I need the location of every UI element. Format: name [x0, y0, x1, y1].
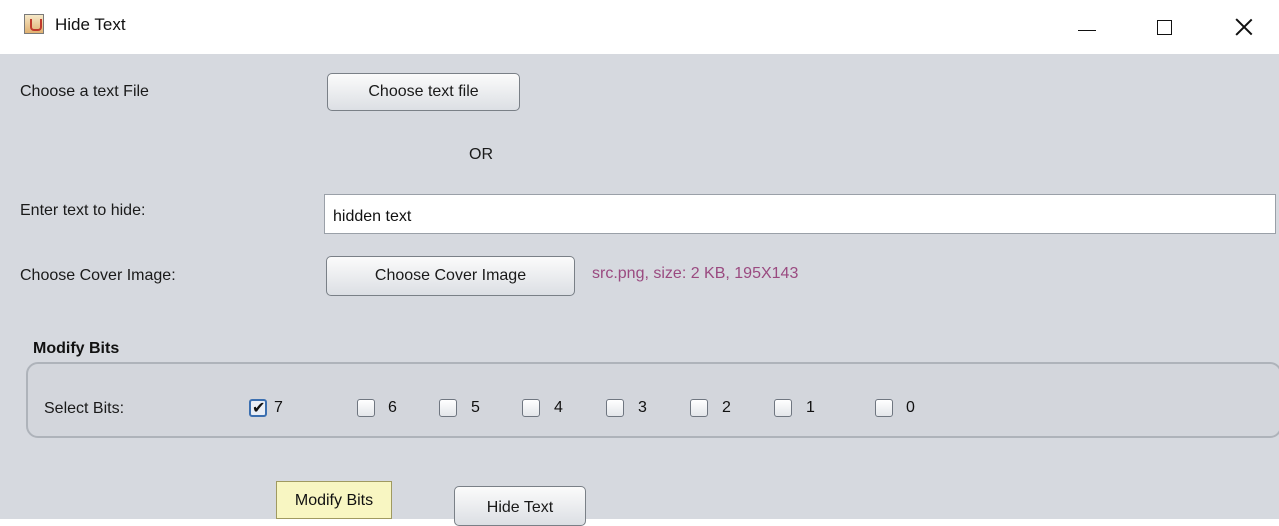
choose-cover-image-button[interactable]: Choose Cover Image [326, 256, 575, 296]
bit-3-label: 3 [638, 399, 647, 416]
cover-image-label: Choose Cover Image: [20, 267, 176, 284]
window-title: Hide Text [55, 15, 126, 34]
bit-4-label: 4 [554, 399, 563, 416]
maximize-button[interactable] [1129, 0, 1199, 54]
or-separator: OR [469, 146, 493, 163]
bit-6-label: 6 [388, 399, 397, 416]
modify-bits-title: Modify Bits [33, 340, 120, 357]
content-panel [0, 54, 1279, 519]
select-bits-label: Select Bits: [44, 400, 125, 417]
minimize-button[interactable] [1052, 0, 1122, 54]
choose-text-file-button[interactable]: Choose text file [327, 73, 520, 111]
bit-2-label: 2 [722, 399, 731, 416]
modify-bits-group [26, 362, 1279, 438]
bit-0-checkbox[interactable] [875, 399, 893, 417]
close-icon [1235, 18, 1253, 36]
bit-3-checkbox[interactable] [606, 399, 624, 417]
bit-5-label: 5 [471, 399, 480, 416]
bit-5-checkbox[interactable] [439, 399, 457, 417]
bit-6-checkbox[interactable] [357, 399, 375, 417]
cover-image-info: src.png, size: 2 KB, 195X143 [592, 265, 799, 282]
bit-1-checkbox[interactable] [774, 399, 792, 417]
bit-1-label: 1 [806, 399, 815, 416]
modify-bits-tooltip: Modify Bits [276, 481, 392, 519]
title-bar: Hide Text [0, 0, 1279, 54]
bit-2-checkbox[interactable] [690, 399, 708, 417]
bit-0-label: 0 [906, 399, 915, 416]
bit-4-checkbox[interactable] [522, 399, 540, 417]
bit-7-label: 7 [274, 399, 283, 416]
text-file-label: Choose a text File [20, 83, 149, 100]
hide-text-button[interactable]: Hide Text [454, 486, 586, 526]
hide-text-label: Enter text to hide: [20, 202, 146, 219]
bit-7-checkbox[interactable] [249, 398, 267, 417]
hide-text-input[interactable] [324, 194, 1276, 234]
java-cup-icon [24, 14, 44, 34]
close-button[interactable] [1209, 0, 1279, 54]
minimize-icon [1078, 29, 1096, 31]
maximize-icon [1156, 19, 1172, 35]
